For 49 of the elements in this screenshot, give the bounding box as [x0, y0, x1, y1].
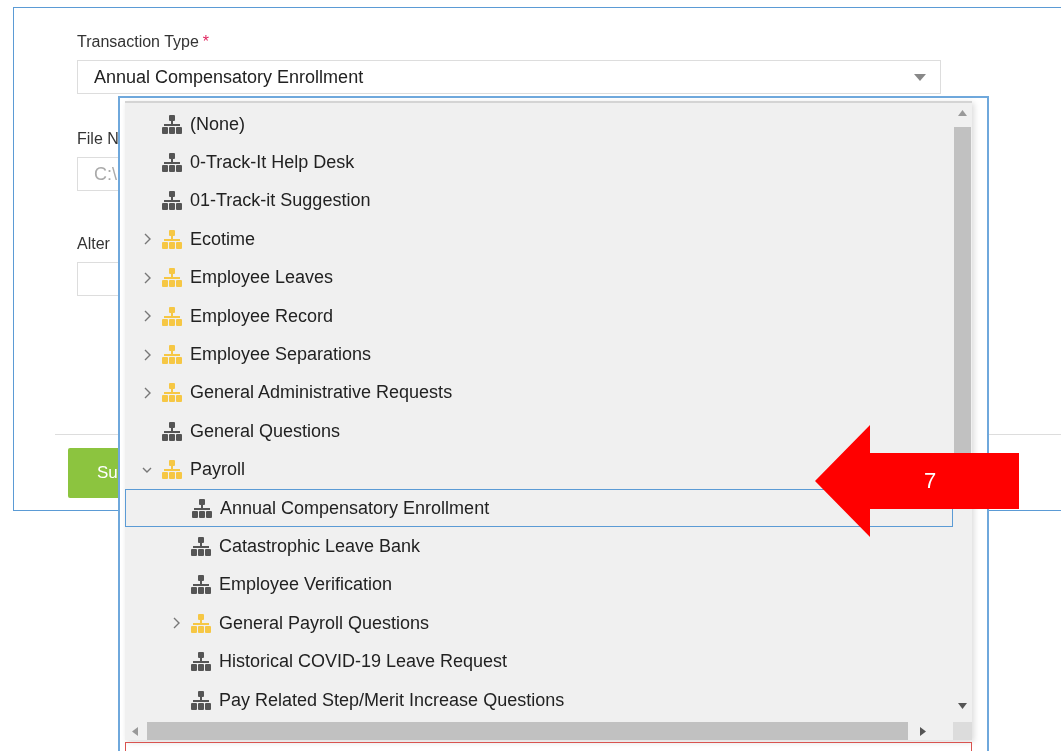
- tree-item[interactable]: General Questions: [125, 412, 348, 451]
- tree-item[interactable]: Employee Record: [125, 296, 341, 336]
- folder-hierarchy-icon: [162, 345, 182, 365]
- folder-hierarchy-icon: [162, 268, 182, 288]
- dropdown-caret-icon: [914, 73, 926, 81]
- tree-item[interactable]: 0-Track-It Help Desk: [125, 143, 362, 182]
- hierarchy-icon: [191, 575, 211, 595]
- field-label: File N: [77, 130, 119, 147]
- tree-item[interactable]: Pay Related Step/Merit Increase Questions: [125, 680, 572, 720]
- tree-item[interactable]: Employee Separations: [125, 335, 379, 374]
- folder-hierarchy-icon: [191, 613, 211, 633]
- tree-item[interactable]: General Administrative Requests: [125, 373, 460, 413]
- chevron-right-icon[interactable]: [171, 617, 181, 630]
- scroll-down-icon[interactable]: [958, 703, 967, 709]
- hierarchy-icon: [162, 191, 182, 211]
- folder-hierarchy-icon: [162, 383, 182, 403]
- required-mark: *: [202, 33, 210, 50]
- hierarchy-icon: [162, 153, 182, 173]
- hierarchy-icon: [192, 498, 212, 518]
- chevron-right-icon[interactable]: [142, 348, 152, 361]
- folder-hierarchy-icon: [162, 460, 182, 480]
- tree-item[interactable]: Historical COVID-19 Leave Request: [125, 642, 515, 681]
- tree-item[interactable]: 01-Track-it Suggestion: [125, 181, 378, 221]
- vertical-scrollbar[interactable]: [953, 103, 972, 722]
- scroll-left-icon[interactable]: [132, 727, 138, 736]
- tree-item[interactable]: General Payroll Questions: [125, 604, 437, 643]
- tree-item[interactable]: Catastrophic Leave Bank: [125, 527, 428, 566]
- tree-item[interactable]: Payroll: [125, 450, 253, 489]
- chevron-right-icon[interactable]: [142, 310, 152, 323]
- scroll-right-icon[interactable]: [920, 727, 926, 736]
- tree-item[interactable]: Employee Leaves: [125, 258, 341, 297]
- hierarchy-icon: [191, 537, 211, 556]
- field-label: Transaction Type: [77, 33, 199, 50]
- chevron-right-icon[interactable]: [142, 386, 152, 399]
- tree-item[interactable]: Annual Compensatory Enrollment: [125, 488, 953, 528]
- hierarchy-icon: [191, 690, 211, 710]
- folder-hierarchy-icon: [162, 229, 182, 249]
- hierarchy-icon: [191, 652, 211, 672]
- field-label: Alter: [77, 235, 110, 252]
- tree-item[interactable]: Employee Verification: [125, 565, 400, 605]
- scroll-up-icon[interactable]: [958, 110, 967, 116]
- hierarchy-icon: [162, 421, 182, 441]
- folder-hierarchy-icon: [162, 306, 182, 326]
- hierarchy-icon: [162, 114, 182, 134]
- chevron-right-icon[interactable]: [142, 271, 152, 284]
- chevron-right-icon[interactable]: [142, 233, 152, 246]
- tree-item[interactable]: (None): [125, 105, 253, 144]
- tree-item[interactable]: Ecotime: [125, 220, 263, 259]
- transaction-type-select[interactable]: Annual Compensatory Enrollment: [77, 60, 941, 94]
